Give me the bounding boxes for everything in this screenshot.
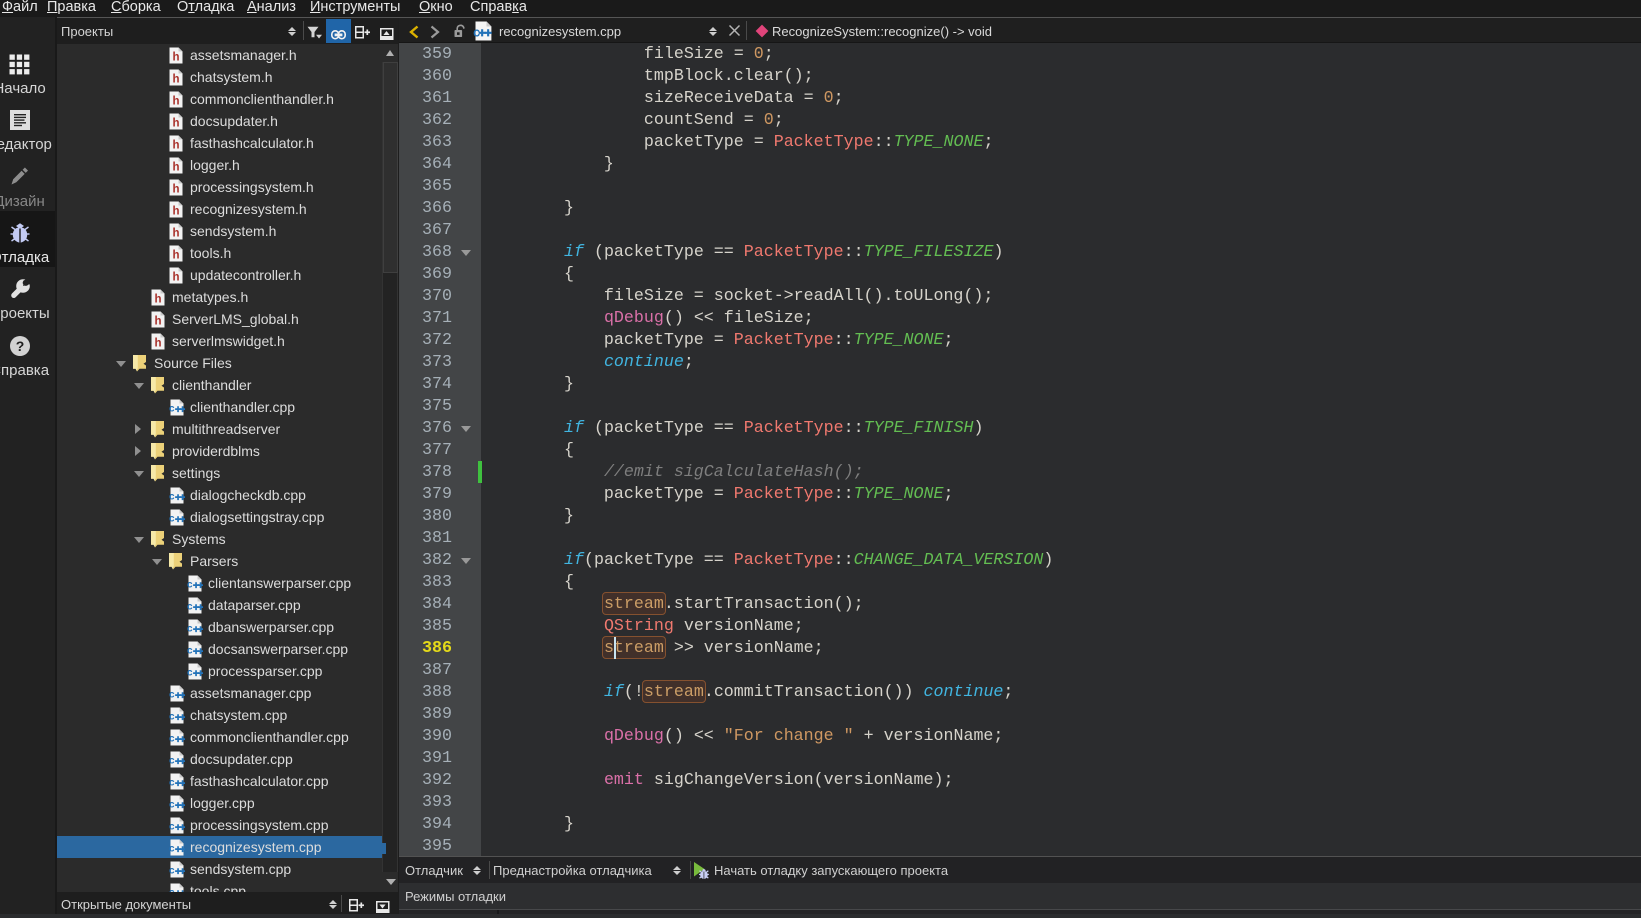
svg-text:c: c: [169, 822, 175, 833]
svg-text:h: h: [172, 73, 179, 85]
svg-text:c: c: [169, 404, 175, 415]
svg-text:h: h: [172, 227, 179, 239]
svg-text:h: h: [172, 249, 179, 261]
svg-text:c: c: [187, 668, 193, 679]
svg-text:c: c: [169, 690, 175, 701]
svg-text:h: h: [172, 117, 179, 129]
svg-text:?: ?: [16, 338, 25, 354]
svg-text:h: h: [172, 51, 179, 63]
svg-text:h: h: [154, 315, 161, 327]
svg-text:h: h: [154, 337, 161, 349]
svg-text:c: c: [169, 844, 175, 855]
svg-text:c: c: [169, 756, 175, 767]
svg-text:h: h: [154, 293, 161, 305]
svg-text:h: h: [172, 95, 179, 107]
svg-text:c: c: [187, 624, 193, 635]
svg-text:c: c: [187, 646, 193, 657]
svg-text:c: c: [187, 580, 193, 591]
svg-text:h: h: [172, 271, 179, 283]
svg-text:c: c: [169, 800, 175, 811]
svg-text:h: h: [172, 183, 179, 195]
svg-text:c: c: [169, 734, 175, 745]
svg-text:c: c: [169, 712, 175, 723]
svg-text:c: c: [169, 778, 175, 789]
svg-text:c: c: [169, 514, 175, 525]
svg-text:c: c: [169, 866, 175, 877]
svg-text:h: h: [172, 139, 179, 151]
svg-text:h: h: [172, 205, 179, 217]
svg-text:c: c: [169, 492, 175, 503]
svg-text:c: c: [187, 602, 193, 613]
svg-text:h: h: [172, 161, 179, 173]
